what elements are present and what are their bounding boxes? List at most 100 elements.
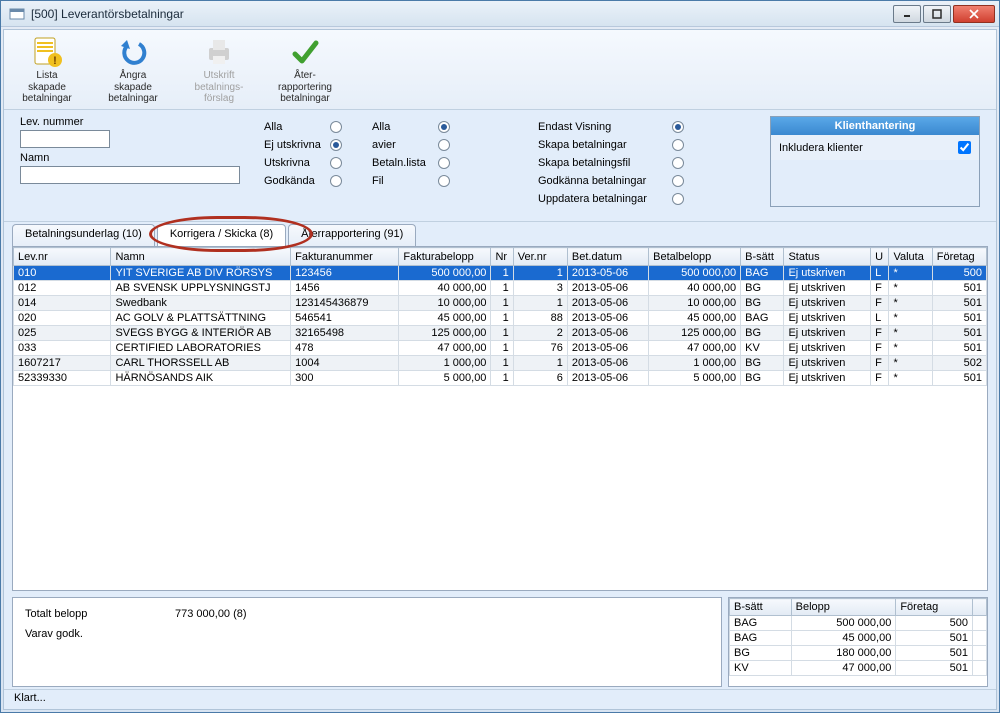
tab-aterrapportering[interactable]: Återrapportering (91) — [288, 224, 416, 246]
print-filter-option[interactable]: Utskrivna — [264, 154, 342, 171]
grid-cell: 2013-05-06 — [567, 296, 648, 311]
toolbar-angra-skapade[interactable]: Ångraskapadebetalningar — [98, 34, 168, 105]
table-row[interactable]: 010YIT SVERIGE AB DIV RÖRSYS123456500 00… — [14, 266, 987, 281]
grid-header[interactable]: U — [871, 248, 889, 266]
table-row[interactable]: 014Swedbank12314543687910 000,00112013-0… — [14, 296, 987, 311]
grid-header[interactable]: Fakturabelopp — [399, 248, 491, 266]
status-bar: Klart... — [4, 689, 996, 709]
grid-cell: 1004 — [291, 356, 399, 371]
grid-cell: SVEGS BYGG & INTERIÖR AB — [111, 326, 291, 341]
grid-cell: 88 — [513, 311, 567, 326]
klient-header: Klienthantering — [771, 117, 979, 135]
grid-cell: 501 — [932, 281, 986, 296]
mini-cell: 47 000,00 — [791, 661, 896, 676]
maximize-button[interactable] — [923, 5, 951, 23]
grid-header[interactable]: Lev.nr — [14, 248, 111, 266]
mode-group: Endast VisningSkapa betalningarSkapa bet… — [538, 116, 684, 207]
inkludera-klienter-checkbox[interactable] — [958, 141, 971, 154]
print-filter-group: AllaEj utskrivnaUtskrivna Godkända — [264, 118, 342, 207]
grid-header[interactable]: Företag — [932, 248, 986, 266]
tab-betalningsunderlag[interactable]: Betalningsunderlag (10) — [12, 224, 155, 246]
grid-cell: Ej utskriven — [784, 266, 871, 281]
grid-header[interactable]: Betalbelopp — [649, 248, 741, 266]
table-row[interactable]: 020AC GOLV & PLATTSÄTTNING54654145 000,0… — [14, 311, 987, 326]
mini-header[interactable]: Belopp — [791, 599, 896, 616]
close-button[interactable] — [953, 5, 995, 23]
mini-header[interactable]: Företag — [896, 599, 973, 616]
grid-cell: HÄRNÖSANDS AIK — [111, 371, 291, 386]
grid-header[interactable]: Bet.datum — [567, 248, 648, 266]
grid-cell: * — [889, 356, 932, 371]
grid-cell: 123145436879 — [291, 296, 399, 311]
radio-icon — [438, 175, 450, 187]
main-grid[interactable]: Lev.nrNamnFakturanummerFakturabeloppNrVe… — [12, 246, 988, 591]
print-filter-option[interactable]: Alla — [264, 118, 342, 135]
grid-cell: 502 — [932, 356, 986, 371]
mode-option[interactable]: Uppdatera betalningar — [538, 190, 684, 207]
namn-input[interactable] — [20, 166, 240, 184]
mini-header[interactable]: B-sätt — [730, 599, 792, 616]
type-filter-option[interactable]: Fil — [372, 172, 450, 189]
mode-option[interactable]: Godkänna betalningar — [538, 172, 684, 189]
mini-row[interactable]: BAG500 000,00500 — [730, 616, 987, 631]
radio-label: Uppdatera betalningar — [538, 193, 668, 205]
table-row[interactable]: 1607217CARL THORSSELL AB10041 000,001120… — [14, 356, 987, 371]
grid-cell: Ej utskriven — [784, 356, 871, 371]
mini-row[interactable]: BAG45 000,00501 — [730, 631, 987, 646]
mini-cell: 501 — [896, 661, 973, 676]
minimize-button[interactable] — [893, 5, 921, 23]
mini-cell: 45 000,00 — [791, 631, 896, 646]
grid-header[interactable]: Valuta — [889, 248, 932, 266]
tab-korrigera-skicka[interactable]: Korrigera / Skicka (8) — [157, 224, 286, 246]
mini-cell: BAG — [730, 631, 792, 646]
mini-row[interactable]: KV47 000,00501 — [730, 661, 987, 676]
table-row[interactable]: 033CERTIFIED LABORATORIES47847 000,00176… — [14, 341, 987, 356]
grid-header[interactable]: Status — [784, 248, 871, 266]
grid-cell: 3 — [513, 281, 567, 296]
titlebar: [500] Leverantörsbetalningar — [1, 1, 999, 27]
toolbar-label: Åter-rapporteringbetalningar — [278, 70, 332, 105]
type-filter-option[interactable]: Betaln.lista — [372, 154, 450, 171]
table-row[interactable]: 012AB SVENSK UPPLYSNINGSTJ145640 000,001… — [14, 281, 987, 296]
grid-cell: CERTIFIED LABORATORIES — [111, 341, 291, 356]
type-filter-option[interactable]: Alla — [372, 118, 450, 135]
toolbar-lista-skapade[interactable]: !Listaskapadebetalningar — [12, 34, 82, 105]
print-filter-option[interactable]: Ej utskrivna — [264, 136, 342, 153]
namn-label: Namn — [20, 152, 240, 164]
mode-option[interactable]: Endast Visning — [538, 118, 684, 135]
grid-header[interactable]: Ver.nr — [513, 248, 567, 266]
grid-cell: BAG — [741, 266, 784, 281]
grid-cell: 1 — [491, 371, 513, 386]
grid-header[interactable]: B-sätt — [741, 248, 784, 266]
levnummer-input[interactable] — [20, 130, 110, 148]
grid-cell: 1 000,00 — [399, 356, 491, 371]
bsatt-summary-grid[interactable]: B-sättBeloppFöretagBAG500 000,00500BAG45… — [728, 597, 988, 687]
grid-header[interactable]: Fakturanummer — [291, 248, 399, 266]
table-row[interactable]: 025SVEGS BYGG & INTERIÖR AB32165498125 0… — [14, 326, 987, 341]
mini-cell: BAG — [730, 616, 792, 631]
radio-icon — [672, 175, 684, 187]
grid-cell: BG — [741, 326, 784, 341]
grid-cell: Ej utskriven — [784, 281, 871, 296]
grid-cell: F — [871, 356, 889, 371]
grid-cell: Ej utskriven — [784, 296, 871, 311]
mini-cell: 500 — [896, 616, 973, 631]
grid-header[interactable]: Nr — [491, 248, 513, 266]
grid-cell: 6 — [513, 371, 567, 386]
mode-option[interactable]: Skapa betalningsfil — [538, 154, 684, 171]
radio-icon — [438, 157, 450, 169]
radio-label: Godkända — [264, 175, 326, 187]
type-filter-option[interactable]: avier — [372, 136, 450, 153]
table-row[interactable]: 52339330HÄRNÖSANDS AIK3005 000,00162013-… — [14, 371, 987, 386]
mini-row[interactable]: BG180 000,00501 — [730, 646, 987, 661]
grid-cell: 123456 — [291, 266, 399, 281]
radio-icon — [672, 157, 684, 169]
mode-option[interactable]: Skapa betalningar — [538, 136, 684, 153]
grid-cell: L — [871, 266, 889, 281]
grid-header[interactable]: Namn — [111, 248, 291, 266]
radio-icon — [438, 121, 450, 133]
print-filter-option[interactable]: Godkända — [264, 172, 342, 189]
grid-cell: 2013-05-06 — [567, 371, 648, 386]
toolbar-aterrapp[interactable]: Åter-rapporteringbetalningar — [270, 34, 340, 105]
grid-cell: 1 — [491, 341, 513, 356]
